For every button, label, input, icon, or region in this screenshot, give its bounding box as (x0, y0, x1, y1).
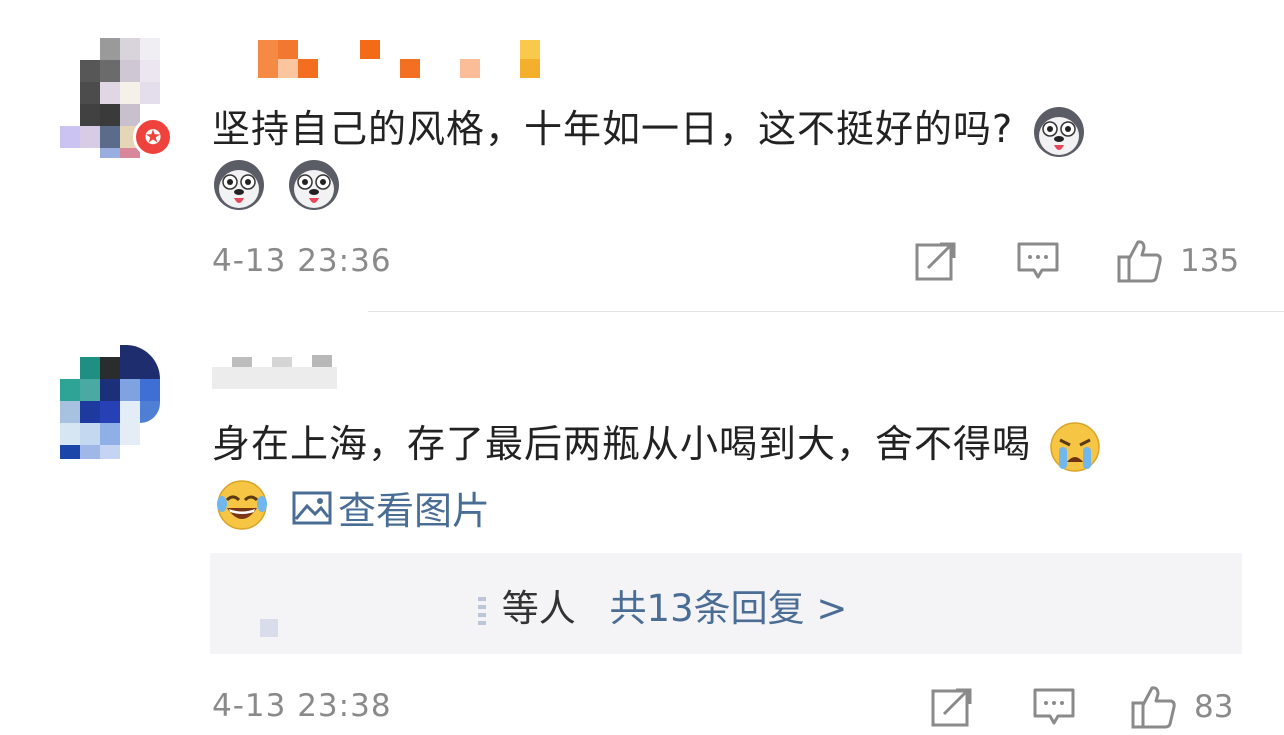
husky-emoji (1034, 106, 1085, 157)
reply-button[interactable] (1016, 240, 1060, 282)
image-icon (292, 491, 332, 524)
avatar[interactable] (48, 345, 168, 465)
comment-time: 4-13 23:36 (212, 243, 392, 279)
comment-text: 坚持自己的风格，十年如一日，这不挺好的吗? (212, 98, 1086, 159)
comment-text-line: 坚持自己的风格，十年如一日，这不挺好的吗? (212, 107, 1014, 151)
thumbs-up-icon (1117, 240, 1162, 283)
husky-emoji (289, 160, 340, 210)
comment-icon (1017, 242, 1059, 279)
comment-emoji-line (212, 158, 341, 212)
repost-icon (931, 688, 972, 727)
repost-icon (915, 242, 956, 281)
divider (368, 311, 1284, 312)
like-count: 83 (1194, 689, 1234, 725)
comment-list: ✪ 坚持自己的风格，十年如一日，这不挺好的吗? 4-13 23:36 135 身… (0, 0, 1284, 735)
repost-button[interactable] (930, 686, 974, 728)
view-replies-link[interactable]: 共13条回复 > (610, 587, 848, 630)
husky-emoji (214, 160, 264, 210)
avatar-mosaic (48, 345, 168, 465)
username[interactable] (212, 355, 352, 391)
replier-mosaic (478, 596, 486, 625)
comment-icon (1033, 688, 1075, 725)
reply-button[interactable] (1032, 686, 1076, 728)
like-button[interactable]: 83 (1130, 684, 1233, 730)
thumbs-up-icon (1131, 686, 1176, 729)
view-image-link[interactable]: 查看图片 (292, 480, 490, 535)
comment-text: 身在上海，存了最后两瓶从小喝到大，舍不得喝 (212, 413, 1102, 474)
like-count: 135 (1180, 243, 1240, 279)
laughing-crying-emoji (217, 480, 267, 530)
crying-emoji (1050, 421, 1100, 472)
reply-summary-text[interactable]: 等人 共13条回复 > (478, 578, 847, 632)
vip-badge-icon: ✪ (133, 117, 173, 157)
comment-time: 4-13 23:38 (212, 688, 392, 724)
repost-button[interactable] (914, 240, 958, 282)
replier-mosaic (260, 619, 278, 637)
like-button[interactable]: 135 (1116, 238, 1239, 284)
replies-suffix: 等人 (501, 587, 576, 630)
username[interactable] (258, 40, 558, 80)
comment-text-line: 身在上海，存了最后两瓶从小喝到大，舍不得喝 (212, 422, 1032, 466)
view-image-label: 查看图片 (338, 489, 491, 533)
